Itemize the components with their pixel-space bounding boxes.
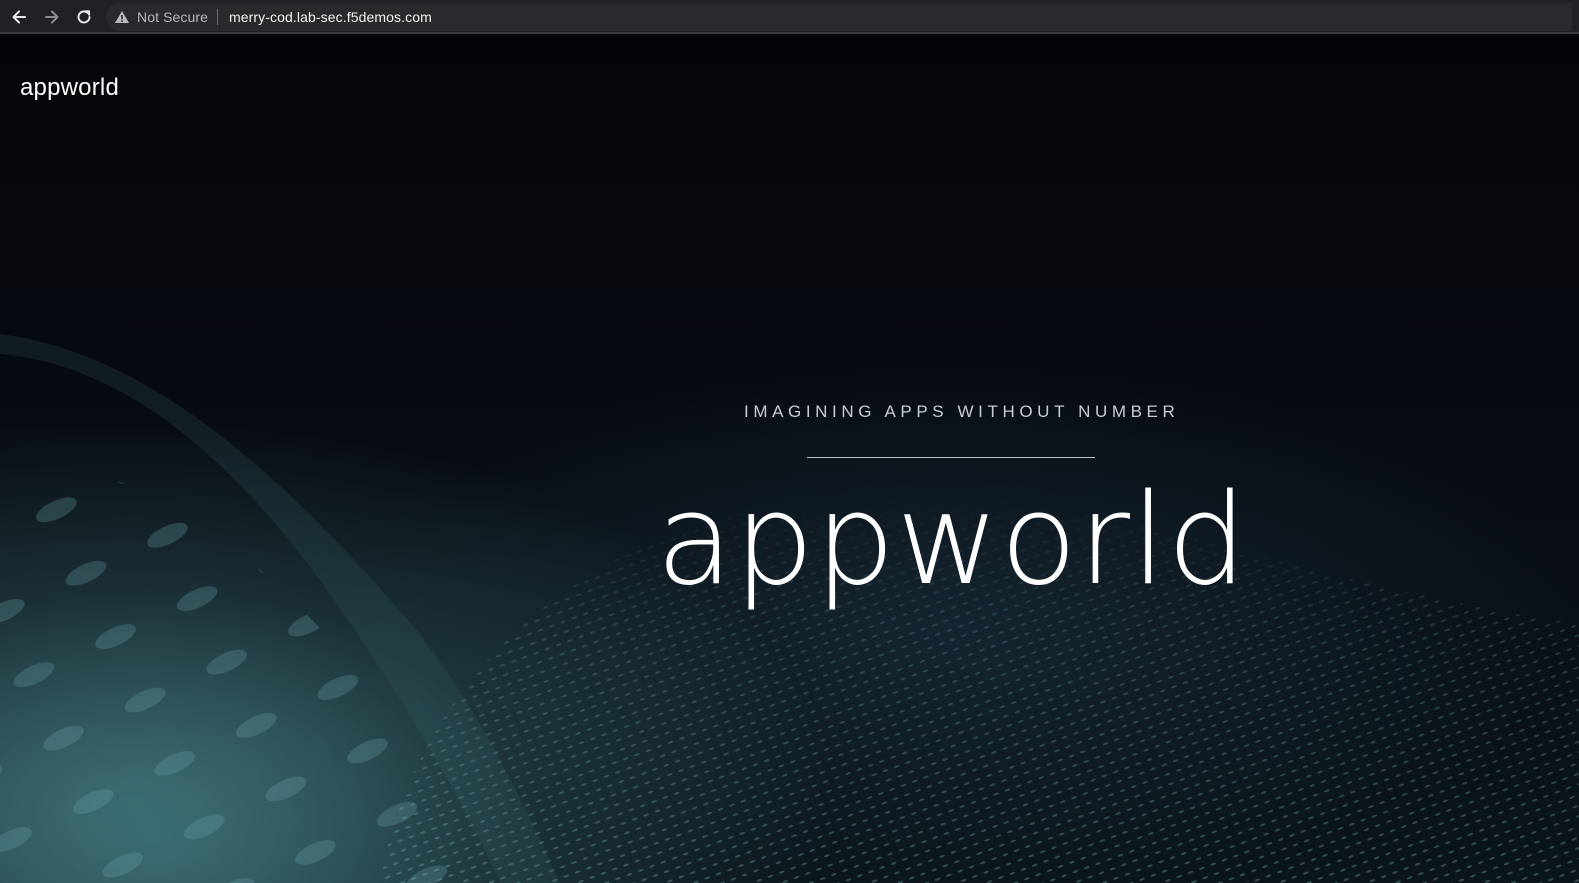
- hero-divider: [807, 457, 1095, 458]
- warning-triangle-icon: [115, 11, 129, 23]
- forward-button[interactable]: [41, 6, 63, 28]
- security-indicator[interactable]: Not Secure: [114, 3, 219, 31]
- arrow-right-icon: [45, 10, 59, 24]
- omnibox-separator: [217, 9, 219, 25]
- site-logo[interactable]: appworld: [20, 74, 119, 102]
- reload-icon: [77, 10, 91, 24]
- hero-title: appworld: [655, 466, 1249, 613]
- reload-button[interactable]: [73, 6, 95, 28]
- arrow-left-icon: [12, 10, 26, 24]
- url-text[interactable]: merry-cod.lab-sec.f5demos.com: [229, 3, 432, 31]
- security-label: Not Secure: [137, 9, 209, 25]
- back-button[interactable]: [8, 6, 30, 28]
- wave-dots-background: [0, 34, 1579, 883]
- hero-page: appworld IMAGINING APPS WITHOUT NUMBER a…: [0, 34, 1579, 883]
- hero-tagline: IMAGINING APPS WITHOUT NUMBER: [744, 402, 1180, 421]
- browser-toolbar: Not Secure merry-cod.lab-sec.f5demos.com: [0, 0, 1579, 34]
- address-bar[interactable]: Not Secure merry-cod.lab-sec.f5demos.com: [106, 3, 1572, 31]
